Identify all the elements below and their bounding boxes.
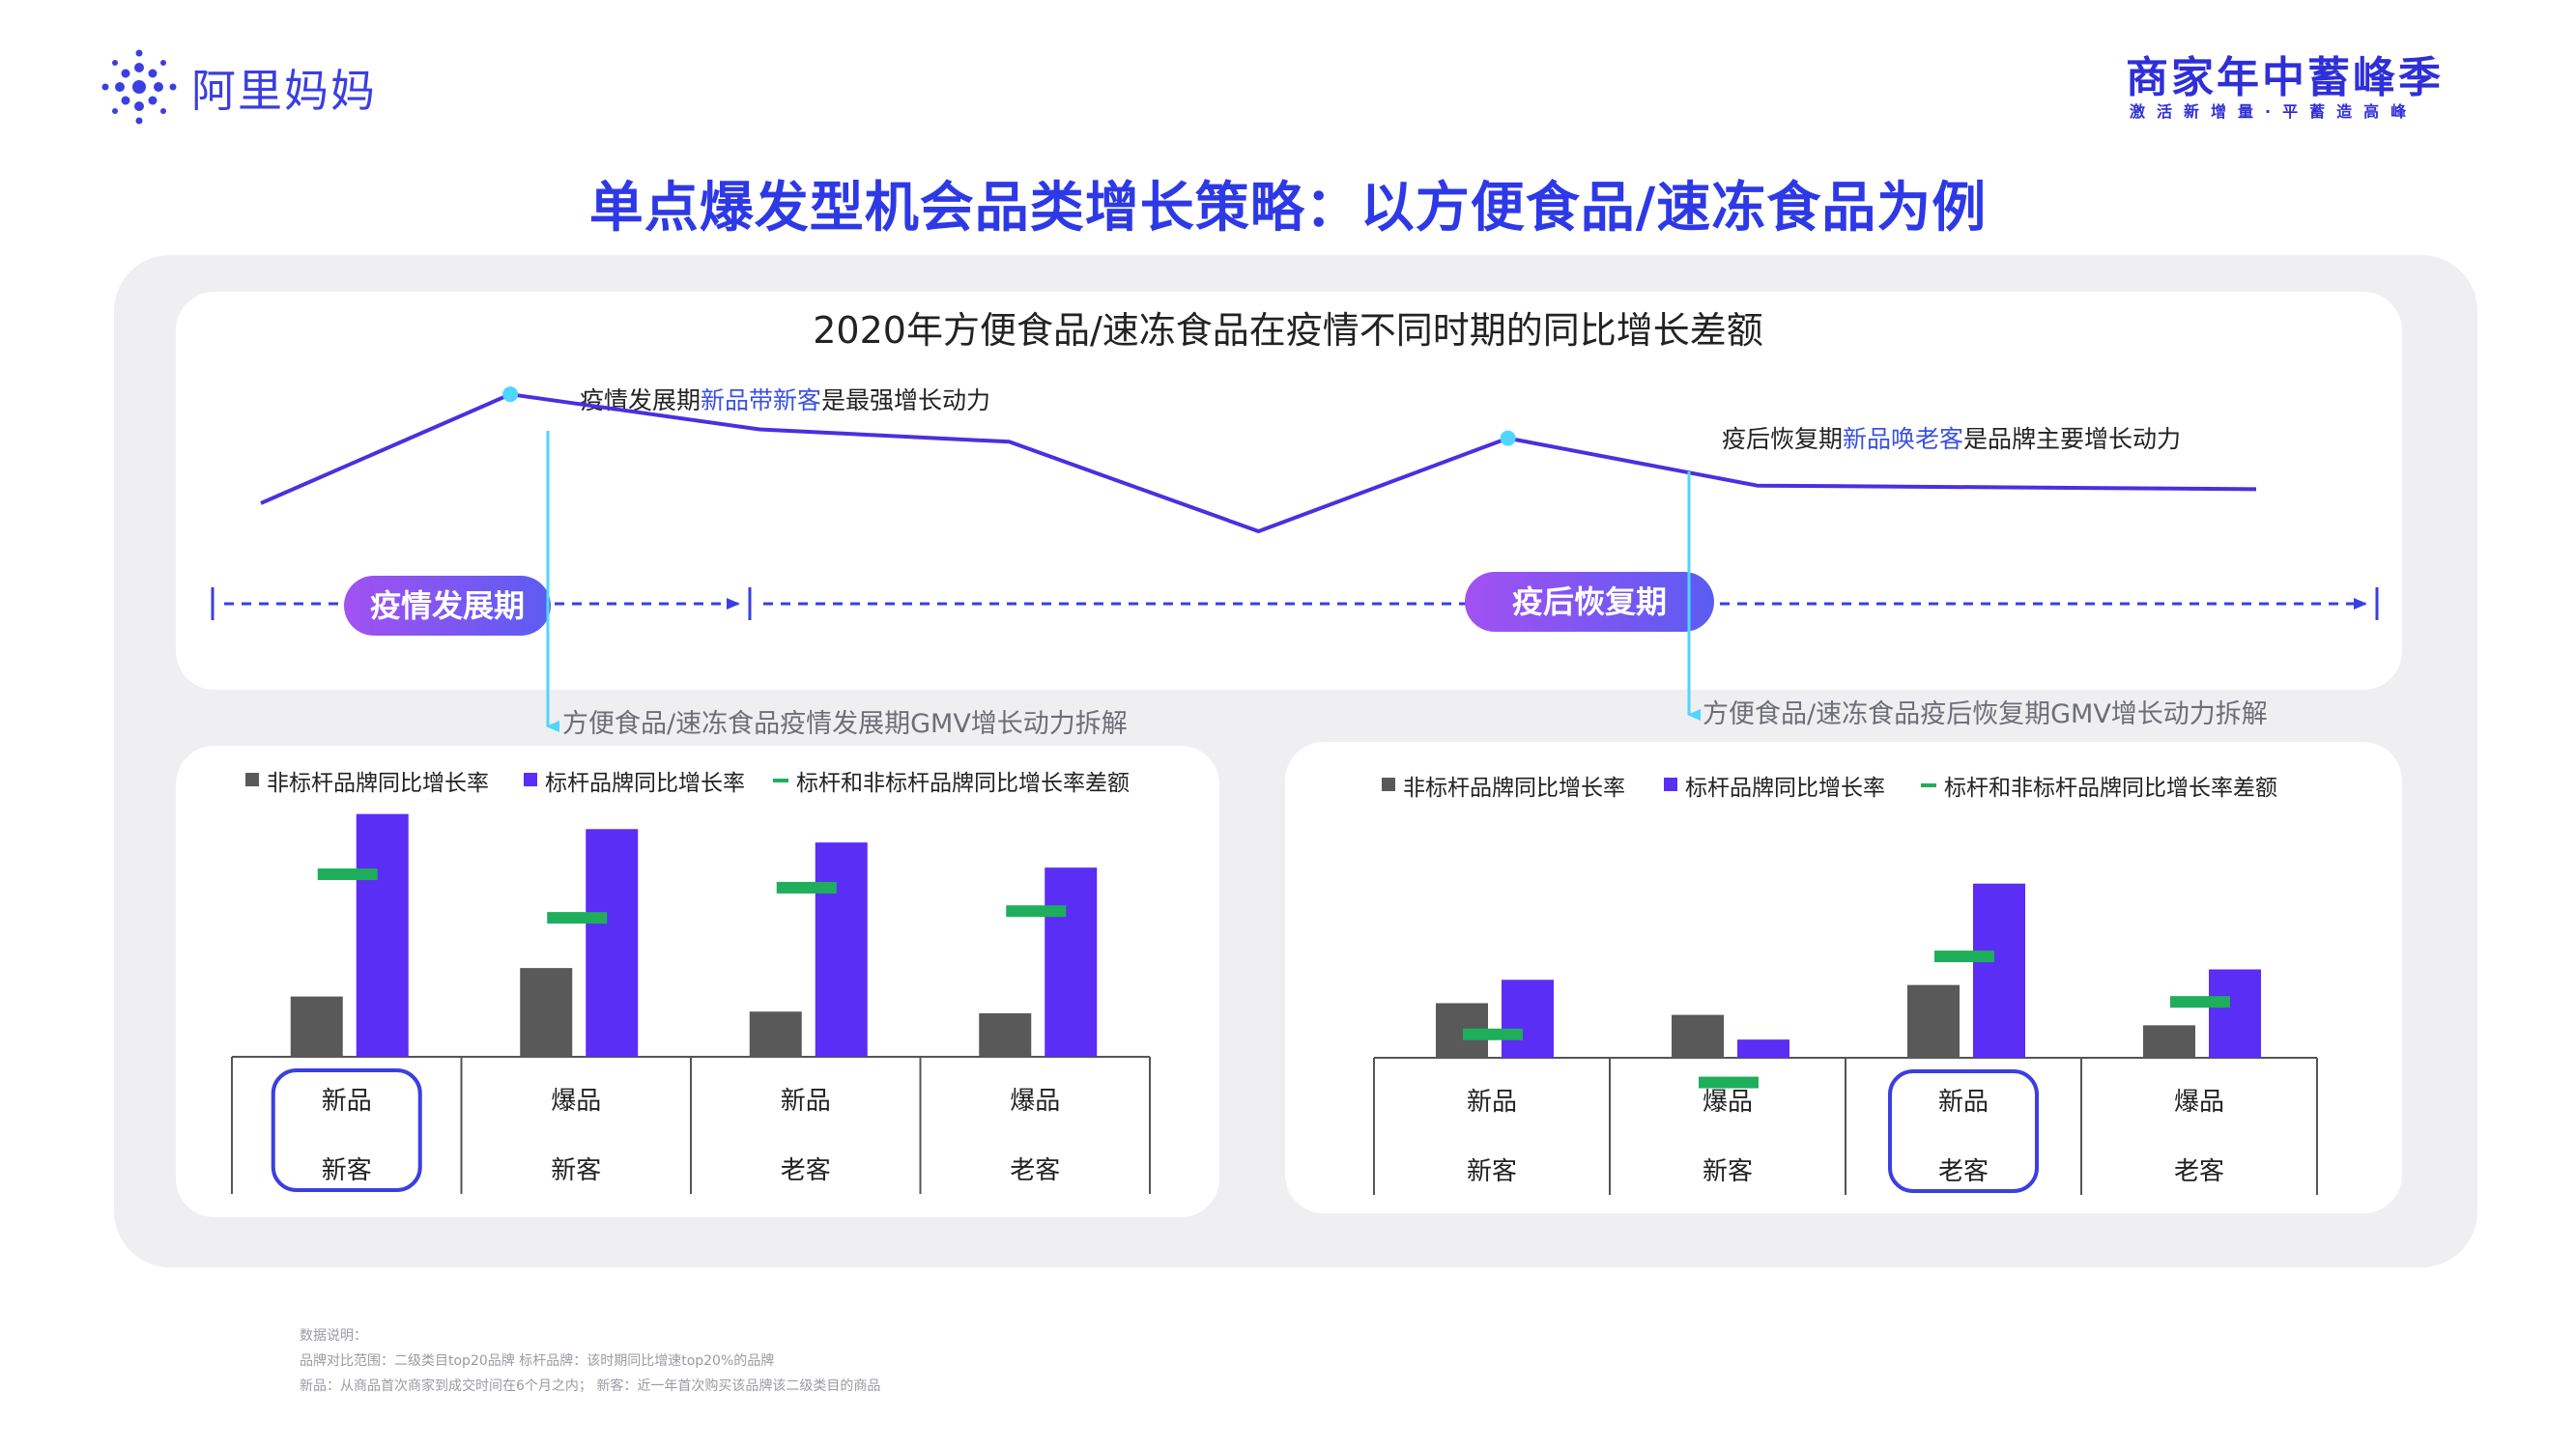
legend-swatch-non-benchmark	[1382, 778, 1395, 791]
legend-label-non-benchmark: 非标杆品牌同比增长率	[1403, 776, 1625, 801]
bar-non-benchmark	[290, 996, 343, 1057]
diff-marker	[547, 912, 608, 924]
footnote-title: 数据说明：	[300, 1328, 367, 1344]
category-label-customer: 老客	[781, 1156, 831, 1185]
top-chart-title: 2020年方便食品/速冻食品在疫情不同时期的同比增长差额	[813, 309, 1763, 352]
legend-swatch-benchmark	[524, 773, 537, 786]
callout-right: 疫后恢复期新品唤老客是品牌主要增长动力	[1722, 425, 2181, 453]
trend-line	[260, 392, 2257, 533]
bar-benchmark	[1045, 867, 1098, 1057]
category-label-customer: 新客	[1467, 1157, 1517, 1186]
bar-benchmark	[1502, 980, 1554, 1058]
footnote-brand-scope: 品牌对比范围：二级类目top20品牌 标杆品牌：该时期同比增速top20%的品牌	[300, 1353, 775, 1369]
bar-chart-right: 新品新客 爆品新客 新品老客 爆品老客	[1373, 883, 2318, 1195]
category-label-product: 爆品	[2174, 1088, 2224, 1117]
bar-non-benchmark	[749, 1011, 802, 1057]
category-label-customer: 新客	[1703, 1157, 1753, 1186]
phase-pill-left-label: 疫情发展期	[370, 587, 525, 624]
bar-non-benchmark	[1672, 1014, 1724, 1058]
bar-benchmark	[1737, 1039, 1789, 1058]
legend-left: 非标杆品牌同比增长率 标杆品牌同比增长率 标杆和非标杆品牌同比增长率差额	[245, 771, 1130, 796]
footnote-definitions: 新品：从商品首次商家到成交时间在6个月之内； 新客：近一年首次购买该品牌该二级类…	[300, 1378, 881, 1394]
diff-marker	[1699, 1076, 1759, 1089]
category-label-customer: 新客	[551, 1156, 601, 1185]
callout-left: 疫情发展期新品带新客是最强增长动力	[580, 386, 990, 414]
sub-chart-title-left: 方便食品/速冻食品疫情发展期GMV增长动力拆解	[562, 709, 1128, 739]
legend-label-diff: 标杆和非标杆品牌同比增长率差额	[796, 771, 1130, 796]
category-label-product: 新品	[781, 1087, 831, 1116]
phase-pill-right-label: 疫后恢复期	[1512, 583, 1667, 620]
legend-right: 非标杆品牌同比增长率 标杆品牌同比增长率 标杆和非标杆品牌同比增长率差额	[1382, 776, 2277, 801]
chart-canvas: 2020年方便食品/速冻食品在疫情不同时期的同比增长差额 疫情发展期新品带新客是…	[211, 309, 2379, 1195]
diff-marker	[1006, 905, 1067, 918]
trend-marker	[502, 386, 519, 403]
sub-chart-title-right: 方便食品/速冻食品疫后恢复期GMV增长动力拆解	[1703, 699, 2268, 729]
category-label-customer: 老客	[2174, 1157, 2224, 1186]
bar-non-benchmark	[979, 1012, 1032, 1057]
category-label-customer: 老客	[1938, 1157, 1989, 1186]
bar-non-benchmark	[1907, 984, 1960, 1058]
bar-benchmark	[815, 842, 868, 1057]
diff-marker	[2170, 996, 2230, 1009]
bar-benchmark	[586, 829, 639, 1057]
legend-label-benchmark: 标杆品牌同比增长率	[545, 771, 745, 796]
legend-label-diff: 标杆和非标杆品牌同比增长率差额	[1944, 776, 2277, 801]
bar-benchmark	[356, 813, 409, 1057]
diff-marker	[1463, 1028, 1523, 1040]
category-label-product: 爆品	[1703, 1088, 1753, 1117]
bar-non-benchmark	[520, 968, 573, 1057]
bar-benchmark	[2209, 969, 2261, 1058]
bar-chart-left: 新品新客 爆品新客 新品老客 爆品老客	[231, 813, 1151, 1194]
legend-swatch-diff	[1921, 783, 1936, 787]
diff-marker	[776, 881, 837, 894]
legend-swatch-benchmark	[1664, 778, 1677, 791]
trend-marker	[1500, 430, 1516, 446]
category-label-customer: 新客	[322, 1156, 372, 1185]
category-label-product: 新品	[1467, 1088, 1517, 1117]
category-label-product: 爆品	[551, 1087, 601, 1116]
bar-benchmark	[1973, 883, 2025, 1058]
legend-label-benchmark: 标杆品牌同比增长率	[1685, 776, 1885, 801]
category-label-customer: 老客	[1010, 1156, 1060, 1185]
category-label-product: 新品	[1938, 1088, 1989, 1117]
category-label-product: 爆品	[1010, 1087, 1060, 1116]
legend-label-non-benchmark: 非标杆品牌同比增长率	[267, 771, 489, 796]
legend-swatch-non-benchmark	[245, 773, 259, 786]
legend-swatch-diff	[773, 779, 788, 782]
bar-non-benchmark	[2143, 1025, 2195, 1058]
category-label-product: 新品	[322, 1087, 372, 1116]
diff-marker	[317, 868, 378, 881]
diff-marker	[1934, 951, 1994, 963]
